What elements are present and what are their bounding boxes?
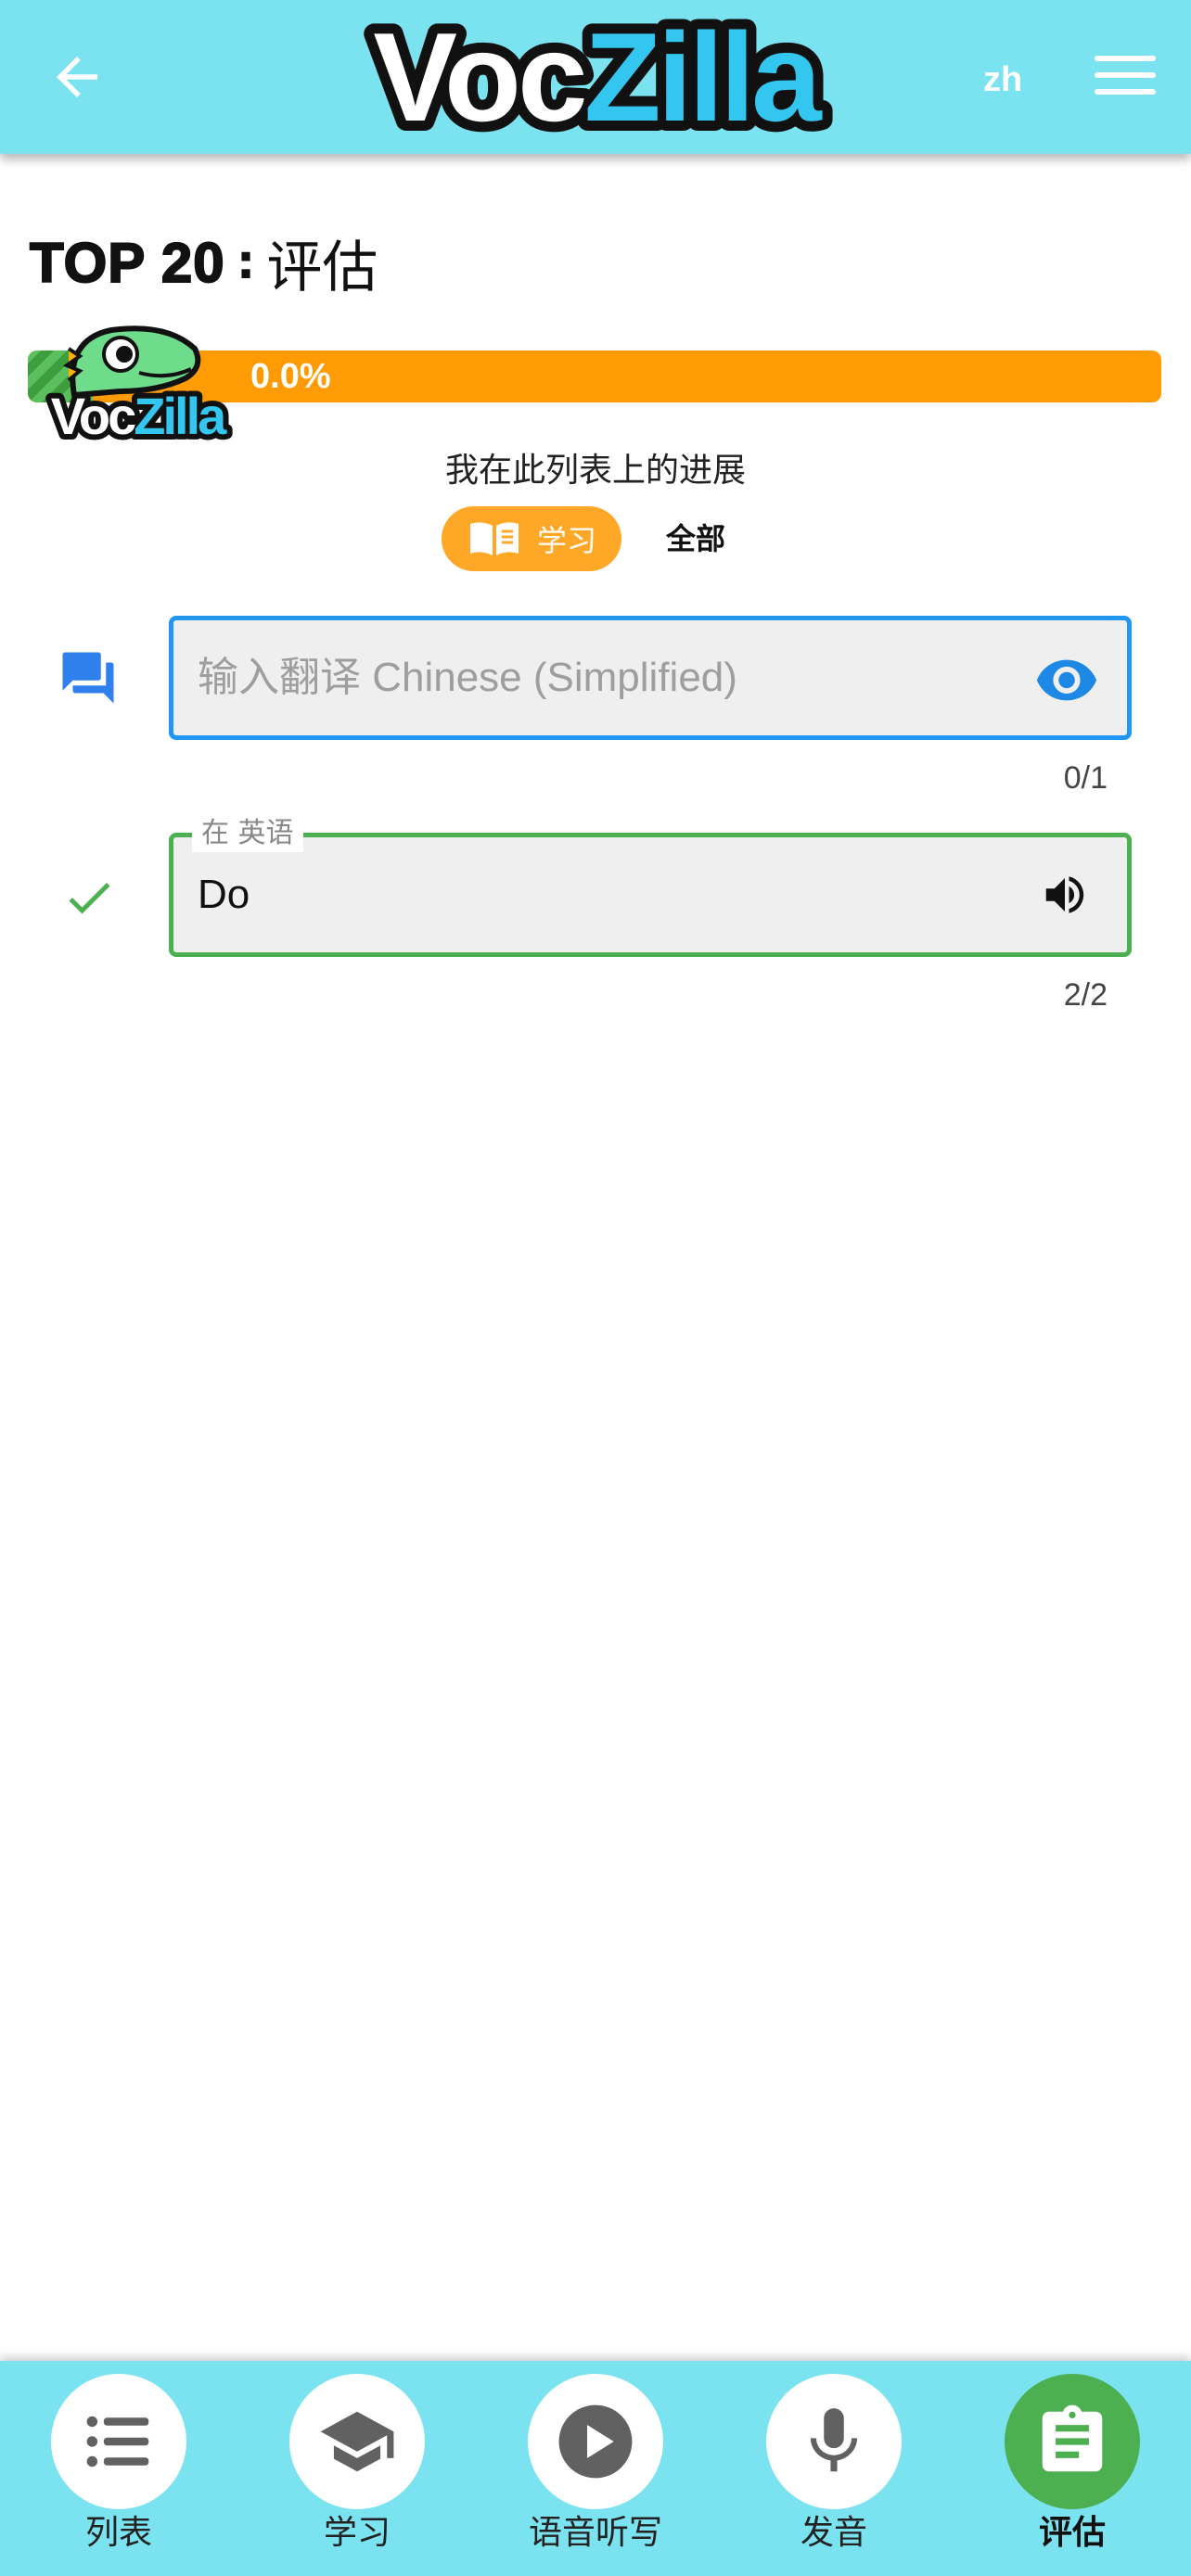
nav-label: 语音听写 (528, 2514, 662, 2552)
mode-name: 评估 (266, 235, 378, 300)
app-logo: VocZilla VocZilla (314, 0, 877, 158)
nav-label: 发音 (800, 2514, 867, 2552)
reveal-answer-button[interactable] (1034, 656, 1099, 702)
toggle-learn-button[interactable]: 学习 (442, 506, 621, 571)
title-separator: : (236, 235, 256, 290)
nav-icon-circle (528, 2374, 663, 2509)
hamburger-menu-button[interactable] (1095, 56, 1156, 98)
nav-item-assessment[interactable]: 评估 (970, 2374, 1174, 2569)
progress-caption: 我在此列表上的进展 (444, 452, 746, 490)
nav-icon-circle (1005, 2374, 1140, 2509)
arrow-left-icon (57, 57, 97, 97)
check-icon (59, 870, 119, 925)
app-header: VocZilla VocZilla zh (0, 0, 1191, 158)
list-icon (86, 2416, 149, 2468)
play-icon (558, 2404, 633, 2479)
nav-item-list[interactable]: 列表 (17, 2374, 221, 2569)
menu-icon-line (1095, 56, 1156, 61)
svg-text:VocZilla: VocZilla (373, 7, 823, 145)
back-button[interactable] (45, 46, 109, 108)
nav-item-dictation[interactable]: 语音听写 (493, 2374, 698, 2569)
nav-item-pronunciation[interactable]: 发音 (732, 2374, 936, 2569)
translation-input[interactable]: 输入翻译 Chinese (Simplified) (169, 616, 1132, 740)
menu-icon-line (1095, 89, 1156, 95)
nav-icon-circle (766, 2374, 902, 2509)
list-name: TOP 20 (29, 231, 225, 295)
language-selector[interactable]: zh (983, 52, 1057, 108)
forum-icon (58, 647, 119, 708)
nav-icon-circle (51, 2374, 186, 2509)
clipboard-icon (1042, 2404, 1103, 2472)
english-answer-field: 在 英语 Do (169, 815, 1132, 957)
book-open-icon (469, 522, 519, 555)
svg-text:VocZilla: VocZilla (51, 387, 227, 441)
speaker-icon (1045, 876, 1084, 913)
toggle-all-button[interactable]: 全部 (649, 506, 742, 571)
eye-icon (1036, 659, 1097, 701)
translation-placeholder: 输入翻译 Chinese (Simplified) (198, 655, 737, 700)
english-answer-value: Do (198, 872, 250, 917)
graduation-cap-icon (320, 2411, 394, 2472)
english-counter: 2/2 (1063, 977, 1108, 1013)
microphone-icon (810, 2408, 858, 2472)
bottom-navigation: 列表 学习 语音听写 发音 评估 (0, 2361, 1191, 2576)
nav-item-learn[interactable]: 学习 (255, 2374, 459, 2569)
mascot-logo: VocZilla VocZilla (28, 312, 247, 451)
nav-label: 学习 (323, 2514, 391, 2552)
page-title: TOP 20 : 评估 (29, 221, 378, 304)
nav-label: 列表 (84, 2514, 152, 2552)
toggle-learn-label: 学习 (536, 523, 596, 558)
nav-label: 评估 (1038, 2514, 1106, 2552)
menu-icon-line (1095, 72, 1156, 78)
translation-counter: 0/1 (1063, 760, 1108, 796)
progress-percent: 0.0% (250, 357, 331, 396)
play-audio-button[interactable] (1040, 869, 1090, 921)
nav-icon-circle (289, 2374, 425, 2509)
